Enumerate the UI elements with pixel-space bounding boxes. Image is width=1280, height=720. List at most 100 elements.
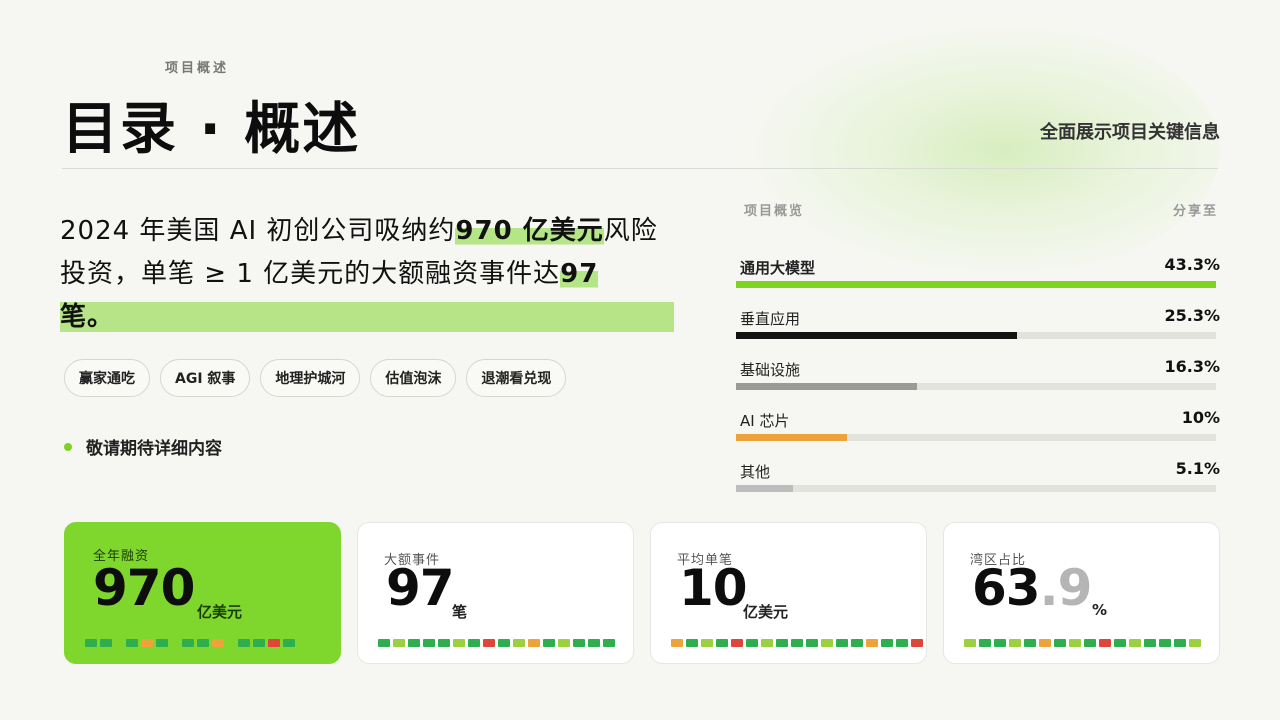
strip-segment (253, 639, 265, 647)
overview-row: 通用大模型 43.3% (736, 255, 1220, 308)
overview-row-value: 25.3% (1164, 306, 1220, 325)
strip-segment (212, 639, 224, 647)
strip-segment (761, 639, 773, 647)
strip-segment (836, 639, 848, 647)
overview-row: 其他 5.1% (736, 459, 1220, 512)
overview-panel: 项目概览 分享至 通用大模型 43.3% 垂直应用 25.3% 基础设施 16.3% AI … (736, 200, 1220, 512)
strip-segment (268, 639, 280, 647)
strip-segment (558, 639, 570, 647)
strip-segment (994, 639, 1006, 647)
strip-segment (701, 639, 713, 647)
strip-segment (911, 639, 923, 647)
stat-card-unit: 亿美元 (197, 603, 243, 621)
tag-list: 赢家通吃 AGI 叙事 地理护城河 估值泡沫 退潮看兑现 (64, 359, 567, 397)
strip-segment (1174, 639, 1186, 647)
stat-card-unit: 笔 (452, 603, 468, 621)
strip-segment (393, 639, 405, 647)
headline-part1: 2024 年美国 AI 初创公司吸纳约 (60, 216, 456, 246)
overview-row-value: 10% (1181, 408, 1220, 427)
overview-title: 项目概览 (744, 204, 805, 219)
strip-segment (100, 639, 112, 647)
strip-segment (671, 639, 683, 647)
strip-segment (408, 639, 420, 647)
strip-segment (821, 639, 833, 647)
overview-header: 项目概览 分享至 (736, 200, 1220, 219)
overview-row: 垂直应用 25.3% (736, 306, 1220, 359)
stat-card-bay-area-share: 湾区占比 63.9 % (943, 522, 1220, 664)
strip-segment (964, 639, 976, 647)
overview-row-name: 垂直应用 (740, 310, 801, 328)
page-tagline: 全面展示项目关键信息 (1040, 122, 1220, 143)
strip-segment (498, 639, 510, 647)
overview-row-track (736, 485, 1216, 492)
overview-row-value: 16.3% (1164, 357, 1220, 376)
strip-segment (746, 639, 758, 647)
stat-card-strip (378, 639, 615, 647)
stat-card-number-decimal: .9 (1039, 559, 1093, 617)
strip-segment (543, 639, 555, 647)
strip-segment (1099, 639, 1111, 647)
headline-highlight-amount: 970 亿美元 (455, 216, 604, 246)
overview-row-track (736, 434, 1216, 441)
stat-card-strip (964, 639, 1201, 647)
section-eyebrow: 项目概述 (165, 61, 230, 76)
overview-row-track (736, 281, 1216, 288)
strip-segment (378, 639, 390, 647)
strip-segment (1024, 639, 1036, 647)
overview-row-track (736, 383, 1216, 390)
strip-segment (1114, 639, 1126, 647)
strip-segment (438, 639, 450, 647)
headline-part3: 笔。 (60, 302, 675, 332)
overview-row-fill (736, 281, 1216, 288)
stat-card-number-main: 970 (93, 559, 195, 617)
strip-segment (573, 639, 585, 647)
strip-segment (468, 639, 480, 647)
header-divider (62, 168, 1218, 169)
stat-card-large-events: 大额事件 97 笔 (357, 522, 634, 664)
strip-segment (806, 639, 818, 647)
page-title: 目录 · 概述 (62, 97, 361, 162)
tag-chip[interactable]: 估值泡沫 (370, 359, 457, 397)
stat-card-strip (671, 639, 923, 647)
stat-card-strip (85, 639, 295, 647)
strip-segment (776, 639, 788, 647)
strip-segment (896, 639, 908, 647)
tag-chip[interactable]: 赢家通吃 (64, 359, 150, 397)
overview-row-fill (736, 383, 917, 390)
overview-row-fill (736, 332, 1017, 339)
strip-segment (483, 639, 495, 647)
overview-row-track (736, 332, 1216, 339)
strip-segment (227, 639, 235, 647)
stat-card-number: 97 (386, 559, 455, 617)
strip-segment (1039, 639, 1051, 647)
strip-segment (731, 639, 743, 647)
strip-segment (1159, 639, 1171, 647)
strip-segment (141, 639, 153, 647)
strip-segment (791, 639, 803, 647)
tag-chip[interactable]: AGI 叙事 (160, 359, 251, 397)
strip-segment (182, 639, 194, 647)
strip-segment (851, 639, 863, 647)
strip-segment (1129, 639, 1141, 647)
strip-segment (283, 639, 295, 647)
strip-segment (603, 639, 615, 647)
overview-row-value: 43.3% (1164, 255, 1220, 274)
stat-card-unit: % (1092, 601, 1108, 619)
headline-highlight-count: 97 (560, 259, 599, 289)
share-link[interactable]: 分享至 (1173, 200, 1218, 219)
tag-chip[interactable]: 退潮看兑现 (466, 359, 567, 397)
strip-segment (513, 639, 525, 647)
overview-rows: 通用大模型 43.3% 垂直应用 25.3% 基础设施 16.3% AI 芯片 10% 其他 5.… (736, 255, 1220, 512)
stat-card-unit: 亿美元 (743, 603, 789, 621)
overview-row-fill (736, 434, 847, 441)
strip-segment (423, 639, 435, 647)
strip-segment (686, 639, 698, 647)
strip-segment (1069, 639, 1081, 647)
strip-segment (171, 639, 179, 647)
stat-card-total-funding: 全年融资 970 亿美元 (64, 522, 341, 664)
coming-soon-note: 敬请期待详细内容 (64, 434, 222, 459)
strip-segment (197, 639, 209, 647)
overview-row: AI 芯片 10% (736, 408, 1220, 461)
strip-segment (1144, 639, 1156, 647)
tag-chip[interactable]: 地理护城河 (260, 359, 361, 397)
